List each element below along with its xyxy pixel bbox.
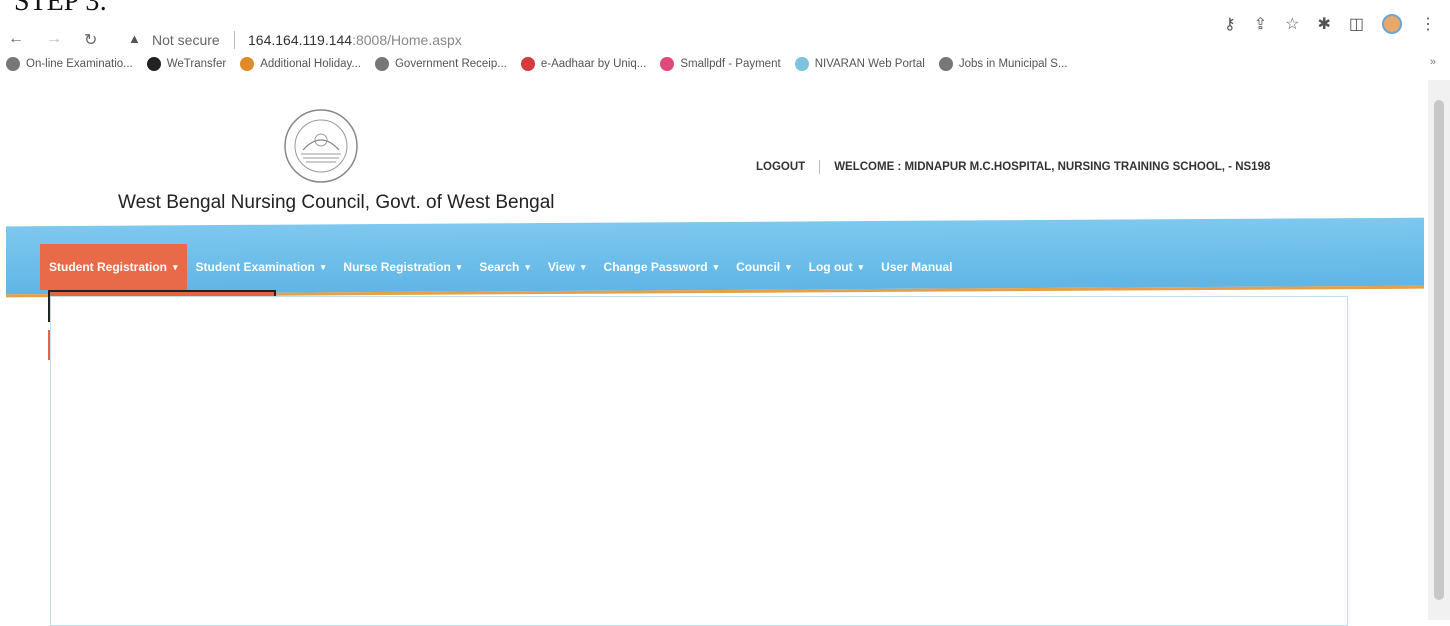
security-status[interactable]: Not secure <box>152 32 220 48</box>
side-panel-icon[interactable]: ◫ <box>1349 14 1364 34</box>
globe-icon <box>938 57 953 71</box>
bookmark-item[interactable]: On-line Examinatio... <box>6 57 133 71</box>
warning-icon[interactable]: ▲ <box>128 31 141 46</box>
reload-icon[interactable]: ↻ <box>84 30 97 50</box>
menu-item-label: Nurse Registration <box>343 260 451 274</box>
menu-item-label: View <box>547 260 576 274</box>
menu-item-student-registration[interactable]: Student Registration ▾ <box>40 244 187 290</box>
menu-item-view[interactable]: View ▾ <box>539 244 595 290</box>
menu-item-nurse-registration[interactable]: Nurse Registration ▾ <box>334 244 470 290</box>
scrollbar-thumb[interactable] <box>1434 100 1444 600</box>
bookmark-item[interactable]: Smallpdf - Payment <box>660 57 781 71</box>
bookmark-item[interactable]: Additional Holiday... <box>240 57 361 71</box>
main-menu: Student Registration ▾ Student Examination… <box>40 244 962 290</box>
menu-item-label: Change Password <box>603 260 708 274</box>
nivaran-icon <box>794 57 809 71</box>
menu-item-label: Student Registration <box>49 260 168 274</box>
bookmark-item[interactable]: WeTransfer <box>146 57 227 71</box>
bookmark-label: e-Aadhaar by Uniq... <box>540 58 647 70</box>
bookmark-item[interactable]: e-Aadhaar by Uniq... <box>520 57 647 71</box>
menu-item-label: User Manual <box>881 260 953 274</box>
bookmarks-overflow[interactable]: » <box>1430 56 1436 68</box>
menu-item-label: Student Examination <box>195 260 315 274</box>
globe-icon <box>6 57 20 71</box>
bookmark-label: Government Receip... <box>394 58 507 70</box>
chevron-down-icon: ▾ <box>456 261 462 272</box>
bookmarks-bar: On-line Examinatio... WeTransfer Additiona… <box>0 52 1450 76</box>
bookmark-item[interactable]: NIVARAN Web Portal <box>794 57 925 71</box>
chevron-down-icon: ▾ <box>173 261 178 272</box>
menu-item-student-examination[interactable]: Student Examination ▾ <box>187 244 335 290</box>
bookmark-label: NIVARAN Web Portal <box>814 58 925 70</box>
menu-dots-icon[interactable]: ⋮ <box>1420 14 1436 34</box>
share-icon[interactable]: ⇪ <box>1254 14 1267 34</box>
bookmark-label: WeTransfer <box>166 58 227 70</box>
council-seal-logo <box>284 109 358 183</box>
chevron-down-icon: ▾ <box>320 261 326 272</box>
organization-name: West Bengal Nursing Council, Govt. of We… <box>118 192 555 213</box>
browser-toolbar-icons: ⚷ ⇪ ☆ ✱ ◫ ⋮ <box>1224 14 1436 34</box>
bookmark-label: On-line Examinatio... <box>26 58 133 70</box>
page-scrollbar[interactable] <box>1428 80 1450 620</box>
header-links: LOGOUT WELCOME : MIDNAPUR M.C.HOSPITAL, … <box>756 160 1270 174</box>
back-arrow-icon[interactable]: ← <box>8 30 24 48</box>
profile-avatar[interactable] <box>1382 14 1402 34</box>
bookmark-label: Jobs in Municipal S... <box>958 58 1068 70</box>
menu-item-label: Council <box>736 260 781 274</box>
smallpdf-icon <box>660 57 675 71</box>
globe-icon <box>374 57 389 71</box>
url-host: 164.164.119.144 <box>248 32 353 48</box>
forward-arrow-icon[interactable]: → <box>46 30 62 48</box>
address-divider <box>234 31 235 49</box>
emblem-icon <box>240 57 255 71</box>
chevron-down-icon: ▾ <box>713 261 719 272</box>
bookmark-list: On-line Examinatio... WeTransfer Additiona… <box>0 57 1068 71</box>
menu-item-search[interactable]: Search ▾ <box>470 244 539 290</box>
extensions-icon[interactable]: ✱ <box>1317 14 1330 34</box>
url-field[interactable]: 164.164.119.144:8008/Home.aspx <box>248 32 462 48</box>
menu-item-log-out[interactable]: Log out ▾ <box>800 244 873 290</box>
menu-item-label: Search <box>479 260 520 274</box>
star-icon[interactable]: ☆ <box>1285 14 1299 34</box>
wetransfer-icon <box>146 57 161 71</box>
chevron-down-icon: ▾ <box>581 261 586 272</box>
welcome-text: WELCOME : MIDNAPUR M.C.HOSPITAL, NURSING… <box>834 161 1271 173</box>
bookmark-item[interactable]: Jobs in Municipal S... <box>938 57 1068 71</box>
menu-item-council[interactable]: Council ▾ <box>727 244 800 290</box>
url-path: :8008/Home.aspx <box>352 32 462 48</box>
bookmark-label: Smallpdf - Payment <box>680 58 781 70</box>
menu-item-change-password[interactable]: Change Password ▾ <box>595 244 728 290</box>
logout-link[interactable]: LOGOUT <box>756 161 805 173</box>
menu-item-user-manual[interactable]: User Manual <box>872 244 961 290</box>
bookmark-item[interactable]: Government Receip... <box>374 57 507 71</box>
content-panel <box>50 296 1348 626</box>
chevron-down-icon: ▾ <box>525 261 530 272</box>
step-label: STEP 3: <box>14 0 108 17</box>
bookmark-label: Additional Holiday... <box>260 58 361 70</box>
chevron-down-icon: ▾ <box>858 261 864 272</box>
chevron-down-icon: ▾ <box>786 261 791 272</box>
header-divider <box>819 160 821 174</box>
key-icon[interactable]: ⚷ <box>1224 14 1236 34</box>
menu-item-label: Log out <box>808 260 853 274</box>
aadhaar-icon <box>520 57 535 71</box>
